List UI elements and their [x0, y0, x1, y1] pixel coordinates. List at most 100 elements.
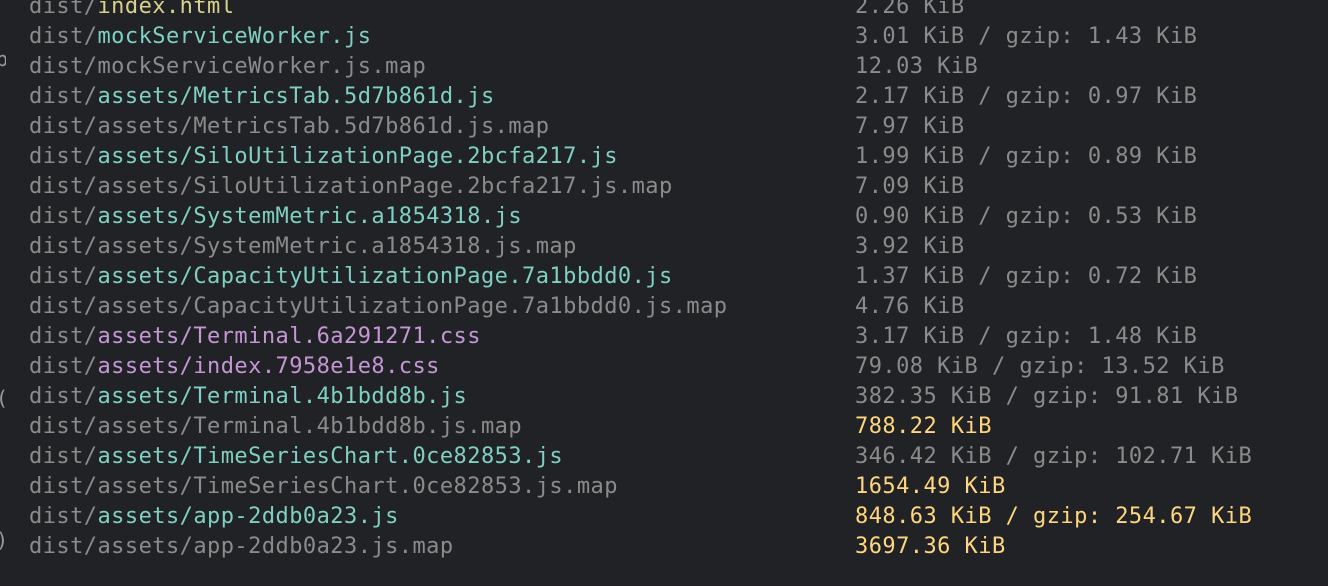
build-output-list: dist/index.html 2.26 KiB dist/mockServiceW…	[0, 0, 1328, 562]
file-path: dist/assets/CapacityUtilizationPage.7a1b…	[29, 262, 673, 292]
file-name: assets/app-2ddb0a23.js	[97, 504, 399, 529]
file-name: mockServiceWorker.js	[97, 24, 372, 49]
output-line: dist/assets/CapacityUtilizationPage.7a1b…	[0, 292, 1328, 322]
dir-prefix: dist/	[29, 414, 98, 439]
output-line: dist/assets/Terminal.4b1bdd8b.js 382.35 K…	[0, 382, 1328, 412]
file-name: assets/Terminal.4b1bdd8b.js.map	[97, 414, 523, 439]
file-size: 12.03 KiB	[855, 54, 979, 79]
file-size: 7.09 KiB	[855, 174, 965, 199]
file-size: 2.17 KiB / gzip: 0.97 KiB	[855, 84, 1198, 109]
file-size: 1654.49 KiB	[855, 474, 1006, 499]
file-size: 2.26 KiB	[855, 0, 965, 19]
file-path: dist/assets/Terminal.4b1bdd8b.js.map	[29, 412, 522, 442]
file-size: 7.97 KiB	[855, 114, 965, 139]
file-name: assets/CapacityUtilizationPage.7a1bbdd0.…	[97, 294, 728, 319]
file-path: dist/assets/TimeSeriesChart.0ce82853.js.…	[29, 472, 618, 502]
file-name: index.html	[97, 0, 235, 19]
dir-prefix: dist/	[29, 264, 98, 289]
dir-prefix: dist/	[29, 54, 98, 79]
dir-prefix: dist/	[29, 0, 98, 19]
file-size: 3.01 KiB / gzip: 1.43 KiB	[855, 24, 1198, 49]
file-size: 1.37 KiB / gzip: 0.72 KiB	[855, 264, 1198, 289]
dir-prefix: dist/	[29, 144, 98, 169]
output-line: dist/assets/app-2ddb0a23.js 848.63 KiB / …	[0, 502, 1328, 532]
file-name: assets/TimeSeriesChart.0ce82853.js	[97, 444, 564, 469]
file-size: 1.99 KiB / gzip: 0.89 KiB	[855, 144, 1198, 169]
file-name: assets/TimeSeriesChart.0ce82853.js.map	[97, 474, 618, 499]
file-path: dist/assets/CapacityUtilizationPage.7a1b…	[29, 292, 727, 322]
file-path: dist/assets/SystemMetric.a1854318.js.map	[29, 232, 577, 262]
file-name: assets/Terminal.6a291271.css	[97, 324, 481, 349]
file-path: dist/mockServiceWorker.js	[29, 22, 371, 52]
dir-prefix: dist/	[29, 534, 98, 559]
file-name: assets/SystemMetric.a1854318.js	[97, 204, 523, 229]
file-path: dist/assets/SystemMetric.a1854318.js	[29, 202, 522, 232]
file-name: assets/index.7958e1e8.css	[97, 354, 440, 379]
output-line: dist/assets/MetricsTab.5d7b861d.js 2.17 K…	[0, 82, 1328, 112]
file-name: mockServiceWorker.js.map	[97, 54, 427, 79]
file-name: assets/app-2ddb0a23.js.map	[97, 534, 454, 559]
file-name: assets/SiloUtilizationPage.2bcfa217.js.m…	[97, 174, 673, 199]
dir-prefix: dist/	[29, 444, 98, 469]
output-line: dist/assets/index.7958e1e8.css 79.08 KiB …	[0, 352, 1328, 382]
dir-prefix: dist/	[29, 504, 98, 529]
dir-prefix: dist/	[29, 354, 98, 379]
dir-prefix: dist/	[29, 324, 98, 349]
file-size: 346.42 KiB / gzip: 102.71 KiB	[855, 444, 1253, 469]
output-line: dist/assets/MetricsTab.5d7b861d.js.map 7.…	[0, 112, 1328, 142]
file-name: assets/MetricsTab.5d7b861d.js	[97, 84, 495, 109]
output-line: dist/mockServiceWorker.js 3.01 KiB / gzip…	[0, 22, 1328, 52]
file-size: 382.35 KiB / gzip: 91.81 KiB	[855, 384, 1239, 409]
dir-prefix: dist/	[29, 24, 98, 49]
file-path: dist/assets/MetricsTab.5d7b861d.js.map	[29, 112, 549, 142]
output-line: dist/assets/app-2ddb0a23.js.map 3697.36 K…	[0, 532, 1328, 562]
edge-glyph: p	[0, 49, 6, 69]
output-line: dist/assets/Terminal.4b1bdd8b.js.map 788.…	[0, 412, 1328, 442]
file-name: assets/SiloUtilizationPage.2bcfa217.js	[97, 144, 618, 169]
dir-prefix: dist/	[29, 174, 98, 199]
file-path: dist/assets/TimeSeriesChart.0ce82853.js	[29, 442, 563, 472]
file-path: dist/assets/index.7958e1e8.css	[29, 352, 440, 382]
file-path: dist/assets/app-2ddb0a23.js.map	[29, 532, 454, 562]
file-path: dist/mockServiceWorker.js.map	[29, 52, 426, 82]
output-line: dist/assets/SystemMetric.a1854318.js.map…	[0, 232, 1328, 262]
file-path: dist/assets/SiloUtilizationPage.2bcfa217…	[29, 142, 618, 172]
file-path: dist/assets/Terminal.6a291271.css	[29, 322, 481, 352]
file-size: 3.92 KiB	[855, 234, 965, 259]
output-line: dist/assets/SiloUtilizationPage.2bcfa217…	[0, 172, 1328, 202]
file-size: 3.17 KiB / gzip: 1.48 KiB	[855, 324, 1198, 349]
file-path: dist/assets/Terminal.4b1bdd8b.js	[29, 382, 467, 412]
edge-glyph: )	[0, 530, 6, 550]
file-path: dist/assets/MetricsTab.5d7b861d.js	[29, 82, 495, 112]
file-size: 848.63 KiB / gzip: 254.67 KiB	[855, 504, 1253, 529]
dir-prefix: dist/	[29, 204, 98, 229]
file-name: assets/MetricsTab.5d7b861d.js.map	[97, 114, 550, 139]
file-path: dist/assets/app-2ddb0a23.js	[29, 502, 399, 532]
dir-prefix: dist/	[29, 474, 98, 499]
output-line: dist/mockServiceWorker.js.map 12.03 KiB	[0, 52, 1328, 82]
output-line: dist/assets/TimeSeriesChart.0ce82853.js.…	[0, 472, 1328, 502]
dir-prefix: dist/	[29, 114, 98, 139]
file-size: 3697.36 KiB	[855, 534, 1006, 559]
terminal-output[interactable]: dist/index.html 2.26 KiB dist/mockServiceW…	[0, 0, 1328, 586]
output-line: dist/assets/CapacityUtilizationPage.7a1b…	[0, 262, 1328, 292]
file-size: 0.90 KiB / gzip: 0.53 KiB	[855, 204, 1198, 229]
output-line: dist/assets/Terminal.6a291271.css 3.17 Ki…	[0, 322, 1328, 352]
file-name: assets/CapacityUtilizationPage.7a1bbdd0.…	[97, 264, 673, 289]
file-path: dist/assets/SiloUtilizationPage.2bcfa217…	[29, 172, 673, 202]
dir-prefix: dist/	[29, 84, 98, 109]
file-name: assets/SystemMetric.a1854318.js.map	[97, 234, 577, 259]
file-size: 79.08 KiB / gzip: 13.52 KiB	[855, 354, 1225, 379]
output-line: dist/assets/SystemMetric.a1854318.js 0.90…	[0, 202, 1328, 232]
output-line: dist/assets/SiloUtilizationPage.2bcfa217…	[0, 142, 1328, 172]
file-size: 788.22 KiB	[855, 414, 992, 439]
file-path: dist/index.html	[29, 0, 234, 22]
dir-prefix: dist/	[29, 234, 98, 259]
edge-glyph: (	[0, 388, 6, 408]
dir-prefix: dist/	[29, 384, 98, 409]
file-size: 4.76 KiB	[855, 294, 965, 319]
file-name: assets/Terminal.4b1bdd8b.js	[97, 384, 468, 409]
output-line: dist/assets/TimeSeriesChart.0ce82853.js 3…	[0, 442, 1328, 472]
dir-prefix: dist/	[29, 294, 98, 319]
output-line: dist/index.html 2.26 KiB	[0, 0, 1328, 22]
